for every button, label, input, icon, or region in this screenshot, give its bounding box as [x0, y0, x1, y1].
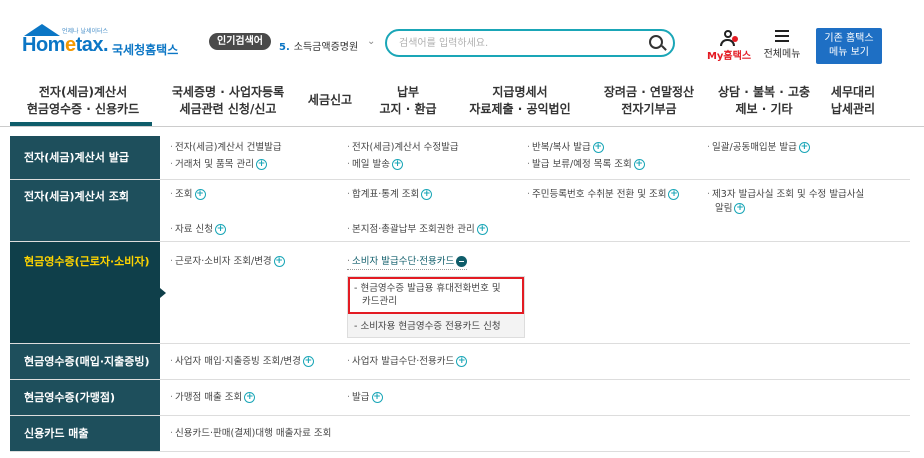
chevron-down-icon[interactable]: ⌄: [367, 36, 375, 47]
link-consumer-card-open[interactable]: · 소비자 발급수단·전용카드: [347, 255, 468, 270]
link-mail-send[interactable]: · 메일 발송 +: [347, 158, 404, 172]
gnb-tab-tax-report[interactable]: 세금신고: [300, 92, 360, 109]
row-head-einvoice-query[interactable]: 전자(세금)계산서 조회: [10, 180, 160, 241]
plus-icon: +: [244, 392, 256, 403]
plus-icon: +: [668, 189, 680, 200]
menu-row-cash-consumer: 현금영수증(근로자·소비자) · 근로자·소비자 조회/변경 + · 소비자 발급수단…: [10, 242, 910, 344]
link-third-party[interactable]: · 제3자 발급사실 조회 및 수정 발급사실: [707, 188, 864, 202]
all-menu-button[interactable]: 전체메뉴: [760, 30, 804, 64]
link-rrn-convert[interactable]: · 주민등록번호 수취분 전환 및 조회 +: [527, 188, 680, 202]
search-box: [385, 29, 675, 57]
plus-icon: +: [734, 203, 746, 214]
row-head-cash-merchant[interactable]: 현금영수증(가맹점): [10, 380, 160, 415]
plus-icon: +: [798, 142, 810, 153]
row-head-einvoice-issue[interactable]: 전자(세금)계산서 발급: [10, 136, 160, 179]
link-bulk-issue[interactable]: · 일괄/공동매입분 발급 +: [707, 141, 810, 155]
row-head-cash-business[interactable]: 현금영수증(매입·지출증빙): [10, 344, 160, 379]
old-menu-button[interactable]: 기존 홈택스 메뉴 보기: [816, 28, 882, 64]
gnb-tab-payment[interactable]: 납부 고지 · 환급: [372, 84, 444, 118]
plus-icon: +: [392, 159, 404, 170]
plus-icon: +: [456, 356, 468, 367]
my-hometax-button[interactable]: My홈택스: [706, 30, 752, 64]
menu-row-cash-merchant: 현금영수증(가맹점) · 가맹점 매출 조회 + · 발급 +: [10, 380, 910, 416]
link-card-sales[interactable]: · 신용카드·판매(결제)대행 매출자료 조회: [170, 427, 331, 441]
link-single-issue[interactable]: · 전자(세금)계산서 건별발급: [170, 141, 282, 155]
link-partner-manage[interactable]: · 거래처 및 품목 관리 +: [170, 158, 268, 172]
link-business-purchase[interactable]: · 사업자 매입·지출증빙 조회/변경 +: [170, 355, 314, 369]
link-business-card[interactable]: · 사업자 발급수단·전용카드 +: [347, 355, 468, 369]
hamburger-icon: [775, 30, 789, 42]
site-header: 언제나 날세이터스 Hometax. 국세청홈택스 인기검색어 5. 소득금액증명…: [0, 0, 924, 72]
popular-search-badge: 인기검색어: [209, 33, 271, 50]
gnb-tab-statement[interactable]: 지급명세서 자료제출 · 공익법인: [460, 84, 580, 118]
link-merchant-sales[interactable]: · 가맹점 매출 조회 +: [170, 391, 256, 405]
link-modify-issue[interactable]: · 전자(세금)계산서 수정발급: [347, 141, 459, 155]
link-branch-auth[interactable]: · 본지점·총괄납부 조회권한 관리 +: [347, 223, 488, 237]
plus-icon: +: [633, 159, 645, 170]
submenu-phone-card-manage[interactable]: - 현금영수증 발급용 휴대전화번호 및 카드관리: [354, 282, 501, 308]
link-worker-consumer-query[interactable]: · 근로자·소비자 조회/변경 +: [170, 255, 285, 269]
plus-icon: +: [256, 159, 268, 170]
gnb-tab-einvoice[interactable]: 전자(세금)계산서 현금영수증 · 신용카드: [18, 84, 148, 118]
logo-brand: Hometax.: [22, 34, 109, 56]
submenu-consumer-card-apply[interactable]: - 소비자용 현금영수증 전용카드 신청: [354, 320, 501, 333]
row-head-credit-card[interactable]: 신용카드 매출: [10, 416, 160, 451]
link-data-request[interactable]: · 자료 신청 +: [170, 223, 227, 237]
user-icon: [720, 30, 738, 46]
gnb-tab-consult[interactable]: 상담 · 불복 · 고충 제보 · 기타: [716, 84, 812, 118]
logo-korean-name: 국세청홈택스: [112, 43, 179, 57]
link-query[interactable]: · 조회 +: [170, 188, 206, 202]
minus-icon: [456, 256, 468, 267]
active-row-arrow-icon: [160, 288, 166, 298]
search-input[interactable]: [399, 35, 639, 52]
link-summary-stats[interactable]: · 합계표·통계 조회 +: [347, 188, 433, 202]
row-head-cash-consumer[interactable]: 현금영수증(근로자·소비자): [10, 242, 160, 343]
my-hometax-label: My홈택스: [706, 51, 752, 62]
plus-icon: +: [302, 356, 314, 367]
hometax-logo[interactable]: 언제나 날세이터스 Hometax. 국세청홈택스: [22, 24, 182, 64]
plus-icon: +: [273, 256, 285, 267]
popular-search-item[interactable]: 5. 소득금액증명원: [279, 38, 358, 53]
menu-row-cash-business: 현금영수증(매입·지출증빙) · 사업자 매입·지출증빙 조회/변경 + · 사업자 …: [10, 344, 910, 380]
link-issue[interactable]: · 발급 +: [347, 391, 383, 405]
plus-icon: +: [476, 224, 488, 235]
menu-row-einvoice-query: 전자(세금)계산서 조회 · 조회 + · 합계표·통계 조회 + · 주민등록번호 수취…: [10, 180, 910, 242]
gnb-tab-certificate[interactable]: 국세증명 · 사업자등록 세금관련 신청/신고: [165, 84, 291, 118]
menu-row-credit-card: 신용카드 매출 · 신용카드·판매(결제)대행 매출자료 조회: [10, 416, 910, 452]
link-repeat-issue[interactable]: · 반복/복사 발급 +: [527, 141, 604, 155]
plus-icon: +: [371, 392, 383, 403]
menu-row-einvoice-issue: 전자(세금)계산서 발급 · 전자(세금)계산서 건별발급 · 전자(세금)계산서 …: [10, 136, 910, 180]
plus-icon: +: [194, 189, 206, 200]
gnb-tab-incentive[interactable]: 장려금 · 연말정산 전자기부금: [590, 84, 708, 118]
link-third-party-alert[interactable]: 알림 +: [715, 202, 746, 216]
link-hold-list[interactable]: · 발급 보류/예정 목록 조회 +: [527, 158, 645, 172]
submenu-panel: - 현금영수증 발급용 휴대전화번호 및 카드관리 - 소비자용 현금영수증 전…: [347, 276, 525, 338]
global-nav: 전자(세금)계산서 현금영수증 · 신용카드 국세증명 · 사업자등록 세금관련 신…: [0, 76, 924, 126]
all-menu-label: 전체메뉴: [763, 49, 801, 60]
gnb-tab-tax-agent[interactable]: 세무대리 납세관리: [818, 84, 888, 118]
gnb-divider: [0, 126, 924, 127]
search-icon[interactable]: [649, 35, 663, 49]
plus-icon: +: [421, 189, 433, 200]
plus-icon: +: [215, 224, 227, 235]
plus-icon: +: [592, 142, 604, 153]
